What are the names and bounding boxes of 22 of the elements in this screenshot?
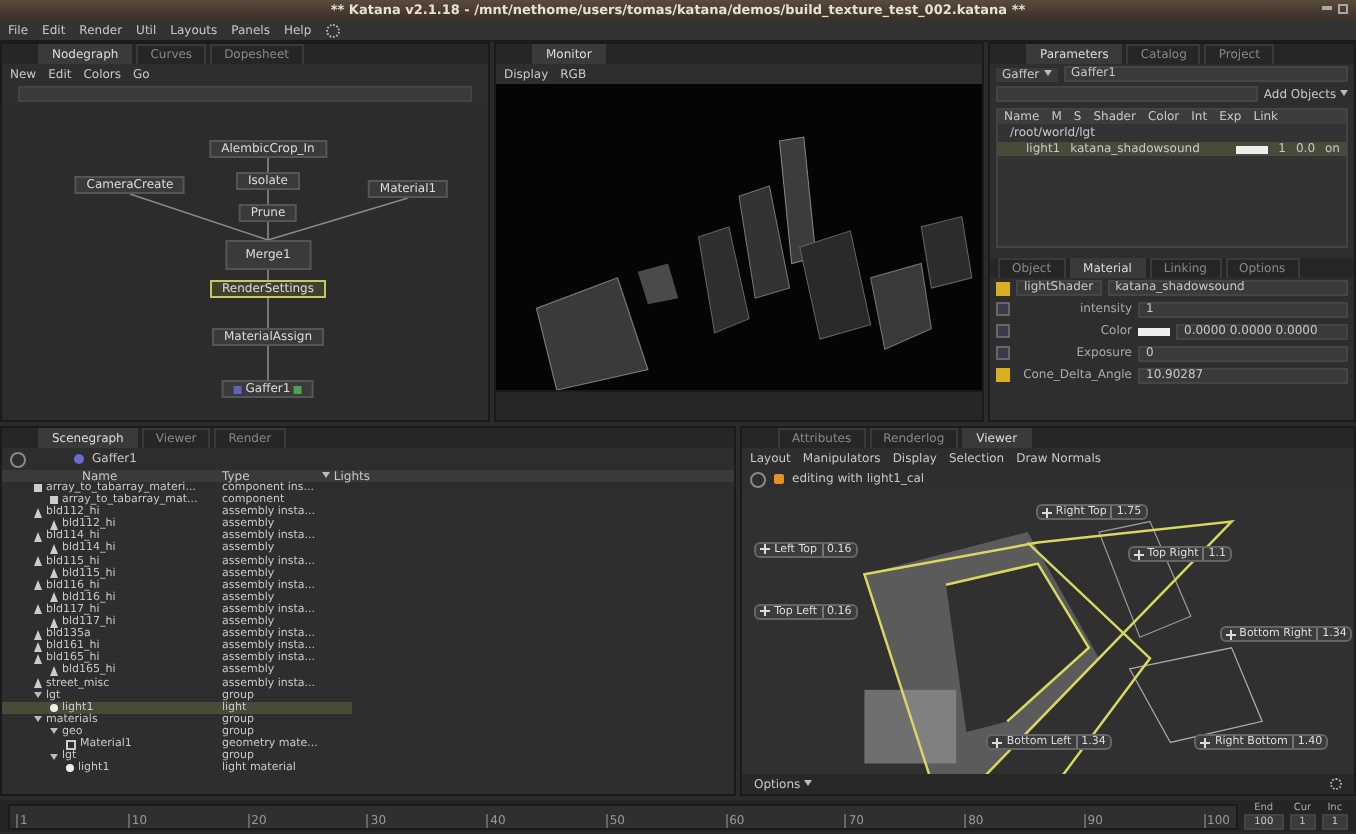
view-toggle-icon[interactable]: [10, 451, 26, 467]
light-icon: [774, 474, 784, 484]
search-field[interactable]: [18, 86, 472, 102]
connector-line: [267, 345, 269, 381]
move-icon: [992, 737, 1003, 748]
settings-icon[interactable]: [325, 23, 340, 37]
node-dot-icon: [74, 454, 84, 464]
connector-line: [267, 297, 269, 329]
shader-toggle-icon[interactable]: [996, 281, 1010, 295]
move-icon: [1200, 737, 1211, 748]
building-shape: [864, 689, 957, 764]
settings-icon[interactable]: [1330, 778, 1342, 790]
connector-line: [267, 157, 269, 173]
move-icon: [760, 606, 771, 617]
move-icon: [1225, 629, 1236, 640]
move-icon: [760, 544, 771, 555]
move-icon: [1041, 507, 1052, 518]
close-icon[interactable]: [1338, 4, 1348, 14]
view-toggle-icon[interactable]: [750, 471, 766, 487]
color-swatch[interactable]: [1236, 145, 1269, 153]
color-swatch[interactable]: [1138, 327, 1170, 335]
move-icon: [1133, 549, 1144, 560]
